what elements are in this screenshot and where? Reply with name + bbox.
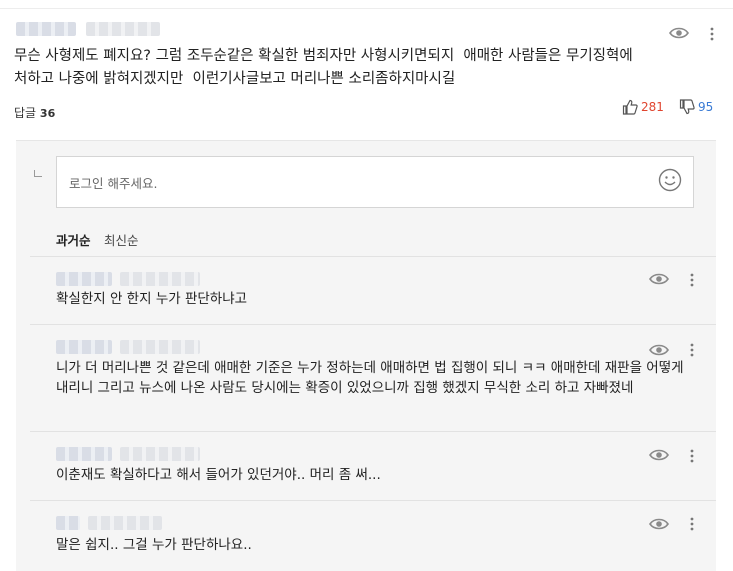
reply-text: 확실한지 안 한지 누가 판단하냐고 xyxy=(56,291,248,307)
sort-oldest-tab[interactable]: 과거순 xyxy=(56,230,91,249)
comment-text: 무슨 사형제도 폐지요? 그럼 조두순같은 확실한 범죄자만 사형시키면되지 애… xyxy=(14,48,633,87)
comment-author-blurred xyxy=(16,22,76,36)
reply-text: 이춘재도 확실하다고 해서 들어가 있던거야.. 머리 좀 써... xyxy=(56,467,381,483)
reply-count: 36 xyxy=(39,107,56,120)
reply-author-blurred xyxy=(56,272,112,286)
eye-icon[interactable] xyxy=(649,343,669,357)
more-icon[interactable] xyxy=(690,449,694,463)
reply-author-blurred xyxy=(56,340,112,354)
reply-author-blurred xyxy=(56,516,80,530)
eye-icon[interactable] xyxy=(649,517,669,531)
reply-text: 말은 쉽지.. 그걸 누가 판단하나요.. xyxy=(56,537,252,553)
reply-date-blurred xyxy=(88,516,162,530)
like-count: 281 xyxy=(641,100,664,114)
reply-text: 니가 더 머리나쁜 것 같은데 애매한 기준은 누가 정하는데 애매하면 법 집… xyxy=(56,360,684,396)
reply-divider xyxy=(30,500,716,501)
reply-divider xyxy=(30,431,716,432)
more-icon[interactable] xyxy=(690,517,694,531)
smiley-icon[interactable] xyxy=(658,168,682,192)
sort-newest-tab[interactable]: 최신순 xyxy=(104,230,139,249)
eye-icon[interactable] xyxy=(669,26,689,40)
reply-date-blurred xyxy=(120,447,200,461)
reply-date-blurred xyxy=(120,340,200,354)
thumbs-up-icon xyxy=(622,99,638,115)
more-icon[interactable] xyxy=(710,27,714,41)
reply-divider xyxy=(30,324,716,325)
reply-author-blurred xyxy=(56,447,112,461)
reply-input[interactable]: 로그인 해주세요. xyxy=(56,156,694,208)
top-divider xyxy=(0,8,733,9)
reply-input-placeholder: 로그인 해주세요. xyxy=(69,175,158,191)
reply-divider xyxy=(30,256,716,257)
comment-date-blurred xyxy=(86,22,160,36)
eye-icon[interactable] xyxy=(649,272,669,286)
reply-indent-mark xyxy=(34,170,42,177)
reply-count-toggle[interactable]: 답글 36 xyxy=(14,104,55,121)
dislike-count: 95 xyxy=(698,100,714,114)
like-button[interactable]: 281 xyxy=(622,98,664,116)
more-icon[interactable] xyxy=(690,343,694,357)
reply-label: 답글 xyxy=(14,106,37,120)
dislike-button[interactable]: 95 xyxy=(679,98,713,116)
reply-date-blurred xyxy=(120,272,200,286)
more-icon[interactable] xyxy=(690,273,694,287)
eye-icon[interactable] xyxy=(649,448,669,462)
thumbs-down-icon xyxy=(679,99,695,115)
